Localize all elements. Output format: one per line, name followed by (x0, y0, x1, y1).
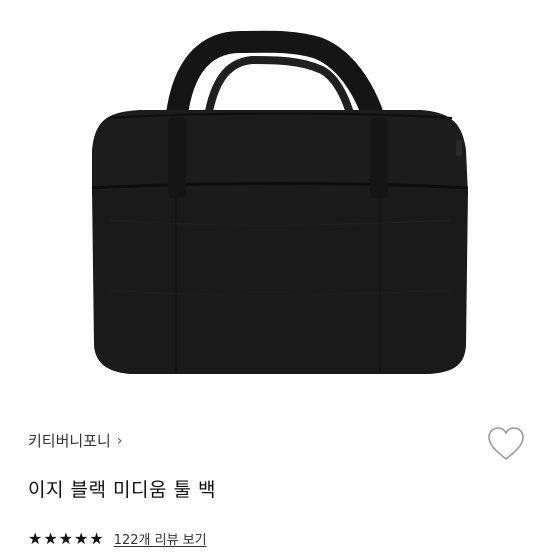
star-icon: ★ (28, 528, 43, 548)
star-icon: ★ (74, 528, 89, 548)
rating-row: ★ ★ ★ ★ ★ 122개 리뷰 보기 (28, 529, 207, 548)
brand-link[interactable]: 키티버니포니 › (28, 430, 122, 451)
zipper-pull (456, 140, 462, 156)
product-info: 키티버니포니 › 이지 블랙 미디움 툴 백 ★ ★ ★ ★ ★ 122개 리뷰… (0, 398, 554, 554)
chevron-right-icon: › (116, 432, 123, 449)
star-icon: ★ (89, 528, 104, 548)
bag-body (92, 190, 468, 374)
brand-name: 키티버니포니 (28, 432, 111, 450)
star-icon: ★ (43, 528, 58, 548)
heart-outline-icon (488, 427, 524, 461)
product-title: 이지 블랙 미디움 툴 백 (28, 479, 216, 501)
star-icon: ★ (58, 528, 74, 548)
rating-stars: ★ ★ ★ ★ ★ (28, 528, 104, 548)
bag-illustration (91, 30, 469, 374)
review-link[interactable]: 122개 리뷰 보기 (114, 529, 207, 548)
product-image[interactable] (0, 0, 554, 398)
like-button[interactable] (486, 426, 526, 462)
